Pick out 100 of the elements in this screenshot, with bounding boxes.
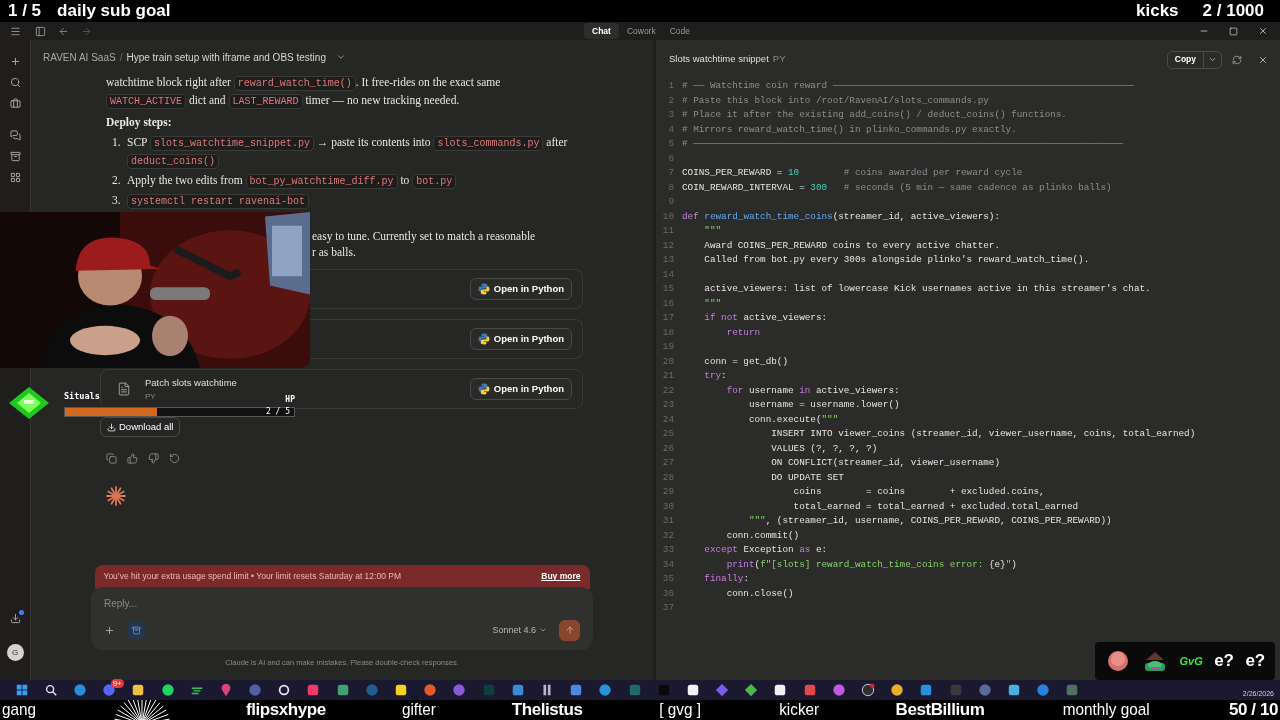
code-line: conn.close() <box>725 586 794 601</box>
chevron-down-icon[interactable] <box>335 52 346 62</box>
archive-icon[interactable] <box>9 151 21 162</box>
search-icon[interactable] <box>43 683 58 697</box>
file-card[interactable]: Open in Python <box>310 319 583 359</box>
back-icon[interactable] <box>58 25 69 37</box>
file-title: Patch slots watchtime <box>145 377 237 389</box>
line-number: 11 <box>661 224 674 238</box>
chats-icon[interactable] <box>9 130 21 141</box>
line-number: 14 <box>661 267 674 282</box>
chevron-down-icon[interactable] <box>1208 55 1217 64</box>
code-line: # Mirrors reward_watch_time() in plinko_commands.py exactly. <box>682 122 1017 137</box>
code-line: """, (streamer_id, username, COINS_PER_REWARD, COINS_PER_REWARD)) <box>747 514 1112 528</box>
emote-text: e? <box>1214 650 1234 673</box>
emote-text: e? <box>1245 650 1266 673</box>
model-selector[interactable]: Sonnet 4.6 <box>492 623 547 637</box>
code-line: def reward_watch_time_coins(streamer_id, active_viewers): <box>682 209 1001 224</box>
mode-tab[interactable]: Chat <box>584 23 619 39</box>
ticker-name: flipsxhype <box>246 700 326 720</box>
maximize-icon[interactable] <box>1229 26 1238 36</box>
close-icon[interactable] <box>1258 26 1268 36</box>
code-line: except Exception as e: <box>703 543 828 557</box>
sidebar-toggle-icon[interactable] <box>35 25 46 37</box>
code-line: # Place it after the existing add_coins() / deduct_coins() functions. <box>682 108 1067 122</box>
banner-message: You’ve hit your extra usage spend limit • Your limit resets Saturday at 12:00 PM <box>103 570 401 584</box>
ticker-name: 50 / 10 <box>1228 700 1278 720</box>
line-number: 13 <box>661 253 674 267</box>
code-line: """ <box>703 224 722 238</box>
thumbs-up-icon[interactable] <box>127 453 138 464</box>
line-number: 9 <box>667 195 674 209</box>
windows-start-icon[interactable] <box>14 683 29 697</box>
goal-count: 1 / 5 <box>8 0 42 23</box>
line-number: 29 <box>661 485 674 499</box>
list-number: 2. <box>111 173 122 188</box>
chat-title[interactable]: Hype train setup with iframe and OBS testing <box>126 49 326 65</box>
user-avatar[interactable]: G <box>6 644 24 661</box>
code-line: active_viewers: list of lowercase Kick usernames active in this streamer's chat. <box>703 282 1151 296</box>
add-icon[interactable] <box>104 624 115 636</box>
list-number: 1. <box>111 135 122 150</box>
python-icon <box>477 283 490 295</box>
code-line: conn = get_db() <box>703 354 788 369</box>
code-line: COIN_REWARD_INTERVAL = 300 # seconds (5 min — same cadence as plinko balls) <box>682 180 1112 195</box>
message-paragraph: watchtime block right after reward_watch_time() . It free-rides on the exact same WATCH_ACTIVE dict and LAST_REWARD timer — no new tracking needed. <box>106 75 502 110</box>
step-text: systemctl restart ravenai-bot <box>127 192 310 210</box>
paragraph-fragment: r as balls. <box>312 245 357 260</box>
reply-field[interactable]: Reply... <box>104 595 580 611</box>
search-icon[interactable] <box>9 77 21 88</box>
menu-icon[interactable] <box>10 25 21 37</box>
line-number: 1 <box>667 79 674 93</box>
arrow-up-icon <box>564 625 575 636</box>
ticker-name: BestBillium <box>895 700 985 720</box>
spinner-icon <box>106 486 126 506</box>
briefcase-icon[interactable] <box>9 98 21 109</box>
ticker-label: gifter <box>401 700 436 720</box>
open-in-python-button[interactable]: Open in Python <box>469 278 572 300</box>
mode-tab[interactable]: Cowork <box>620 23 662 39</box>
paragraph-fragment: easy to tune. Currently set to match a reasonable <box>312 229 537 244</box>
code-line: COINS_PER_REWARD = 10 # coins awarded per reward cycle <box>682 166 1023 180</box>
mode-tab[interactable]: Code <box>663 23 697 39</box>
g-logo-icon[interactable] <box>277 683 292 697</box>
copy-icon[interactable] <box>106 453 117 464</box>
step-text: Apply the two edits from bot_py_watchtime_diff.py to bot.py <box>127 172 457 190</box>
ticker-label: monthly goal <box>1063 700 1151 720</box>
close-icon[interactable] <box>1258 54 1268 65</box>
file-card[interactable]: Open in Python <box>310 269 583 309</box>
sunburst-graphic <box>111 700 172 720</box>
buy-more-link[interactable]: Buy more <box>541 570 581 584</box>
code-line: # ───────────────────────────────────────────────────────────────────────────── <box>682 137 1123 151</box>
tool-toggle[interactable] <box>127 621 145 640</box>
section-heading: Deploy steps: <box>106 115 173 130</box>
code-line: username = username.lower() <box>747 398 900 412</box>
thumbs-down-icon[interactable] <box>148 453 159 464</box>
code-line: # ── Watchtime coin reward ────────────────────────────────────────────────────── <box>682 79 1134 93</box>
diamond-app-icon[interactable] <box>715 683 730 697</box>
open-in-python-button[interactable]: Open in Python <box>469 378 572 400</box>
download-icon[interactable] <box>9 613 21 624</box>
code-line: Called from bot.py every 300s alongside plinko's reward_watch_time(). <box>703 253 1090 267</box>
breadcrumb-separator: / <box>119 50 123 65</box>
code-line: # Paste this block into /root/RavenAI/slots_commands.py <box>682 93 989 108</box>
line-number: 21 <box>661 369 674 383</box>
panel-title: Slots watchtime snippet <box>669 52 769 67</box>
python-icon <box>477 383 490 395</box>
refresh-icon[interactable] <box>1232 54 1242 65</box>
project-link[interactable]: RAVEN AI SaaS <box>43 49 116 65</box>
retry-icon[interactable] <box>169 453 180 464</box>
emote-text: GvG <box>1179 653 1203 669</box>
send-button[interactable] <box>559 619 580 641</box>
goal-label: daily sub goal <box>57 0 171 23</box>
code-line: VALUES (?, ?, ?, ?) <box>770 441 878 456</box>
code-line: INSERT INTO viewer_coins (streamer_id, viewer_username, coins, total_earned) <box>770 427 1196 441</box>
grid-icon[interactable] <box>9 172 21 183</box>
new-chat-icon[interactable] <box>9 56 21 67</box>
archive-icon <box>131 625 141 635</box>
line-number: 17 <box>661 311 674 325</box>
code-line: coins = coins + excluded.coins, <box>792 485 1045 499</box>
code-line: print(f"[slots] reward_watch_time_coins error: {e}") <box>725 557 1017 572</box>
open-in-python-button[interactable]: Open in Python <box>469 328 572 350</box>
code-line: for username in active_viewers: <box>725 383 900 398</box>
step-text: SCP slots_watchtime_snippet.py → paste its contents into slots_commands.py after deduct_coins() <box>127 135 569 170</box>
code-line: conn.execute(""" <box>747 412 839 427</box>
